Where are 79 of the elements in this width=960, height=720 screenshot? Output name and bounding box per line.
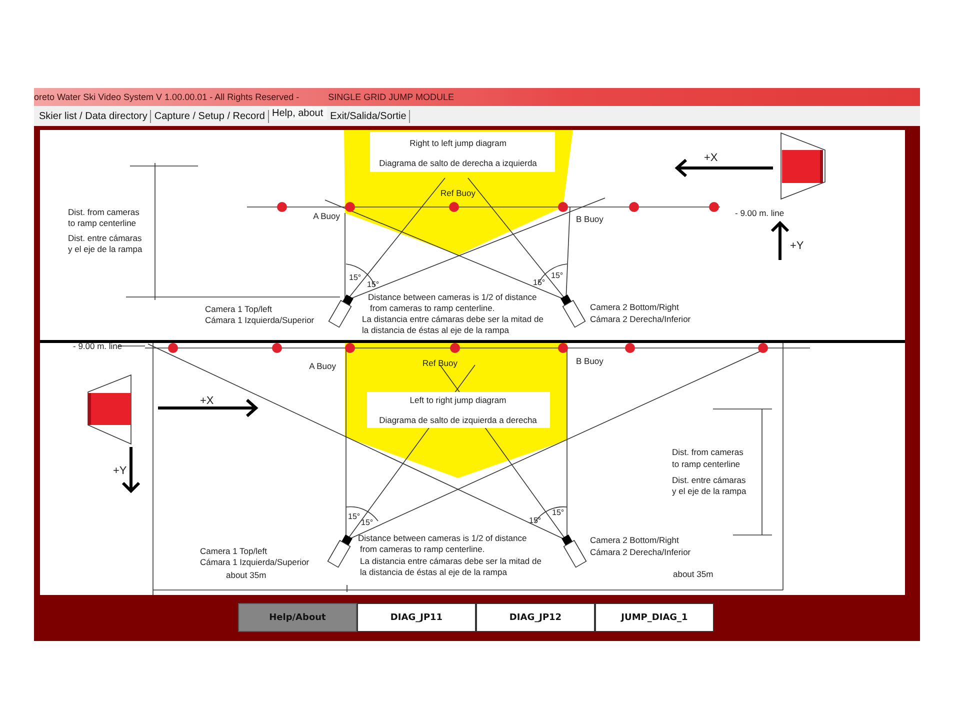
distance-label: to ramp centerline [68, 218, 136, 228]
diagram-title: Right to left jump diagram [410, 138, 506, 148]
note-text: la distancia de éstas al eje de la rampa [362, 325, 509, 335]
axis-label: +Y [790, 240, 804, 252]
buoy-marker [272, 343, 282, 353]
diagram-button[interactable]: DIAG_JP12 [476, 603, 595, 632]
note-text: from cameras to ramp centerline. [360, 544, 485, 554]
camera-icon [562, 534, 587, 568]
camera-icon [327, 534, 352, 568]
note-text: Distance between cameras is 1/2 of distance [358, 533, 527, 543]
span-label: about 35m [226, 570, 266, 580]
camera-label: Cámara 2 Derecha/Inferior [590, 314, 691, 324]
diagram-subtitle: Diagrama de salto de derecha a izquierda [379, 158, 537, 168]
buoy-marker [345, 343, 355, 353]
axis-label: +X [200, 395, 214, 407]
tab[interactable]: Skier list / Data directory [36, 110, 152, 122]
camera-label: Cámara 1 Izquierda/Superior [205, 315, 314, 325]
angle-label: 15° [552, 508, 564, 517]
axis-label: +X [704, 152, 718, 164]
angle-label: 15° [361, 518, 374, 527]
distance-label: Dist. entre cámaras [672, 475, 746, 485]
distance-label: Dist. from cameras [68, 207, 140, 217]
angle-label: 15° [349, 273, 362, 282]
buoy-marker [758, 343, 768, 353]
buoy-marker [449, 202, 459, 212]
buoy-marker [558, 343, 568, 353]
module-title: SINGLE GRID JUMP MODULE [328, 92, 454, 102]
distance-label: to ramp centerline [672, 459, 740, 469]
buoy-label: B Buoy [576, 356, 604, 366]
camera-label: Cámara 2 Derecha/Inferior [590, 547, 691, 557]
window-title: oreto Water Ski Video System V 1.00.00.01 - All Rights Reserved - [34, 92, 300, 102]
camera-label: Cámara 1 Izquierda/Superior [200, 557, 310, 567]
angle-label: 15° [529, 516, 542, 525]
buoy-label: B Buoy [576, 214, 604, 224]
angle-label: 15° [367, 280, 380, 289]
diagram-button[interactable]: DIAG_JP11 [357, 603, 476, 632]
note-text: Distance between cameras is 1/2 of distance [368, 292, 537, 302]
note-text: La distancia entre cámaras debe ser la mitad de [362, 314, 544, 324]
buoy-marker [625, 343, 635, 353]
angle-label: 15° [533, 278, 546, 287]
note-text: La distancia entre cámaras debe ser la mitad de [360, 556, 542, 566]
camera-label: Camera 1 Top/left [200, 546, 267, 556]
buoy-label: Ref Buoy [422, 358, 458, 368]
tab[interactable]: Exit/Salida/Sortie [327, 110, 410, 122]
buoy-marker [345, 202, 355, 212]
angle-label: 15° [551, 271, 564, 280]
tab[interactable]: Help, about [269, 107, 328, 120]
camera-label: Camera 1 Top/left [205, 304, 272, 314]
buoy-label: A Buoy [309, 361, 336, 371]
buoy-marker [277, 202, 287, 212]
distance-label: y el eje de la rampa [68, 244, 142, 254]
diagram-button[interactable]: Help/About [238, 603, 357, 632]
camera-icon [560, 294, 586, 328]
buoy-label: Ref Buoy [440, 188, 476, 198]
diagram-title: Left to right jump diagram [410, 395, 506, 405]
distance-label: Dist. entre cámaras [68, 233, 142, 243]
buoy-marker [450, 343, 460, 353]
line-label: - 9.00 m. line [735, 208, 784, 218]
y-axis-arrow [770, 220, 790, 262]
buoy-marker [709, 202, 719, 212]
camera-label: Camera 2 Bottom/Right [590, 535, 679, 545]
buoy-label: A Buoy [313, 211, 340, 221]
angle-arc [346, 506, 378, 522]
buoy-marker [558, 202, 568, 212]
line-label: - 9.00 m. line [73, 343, 122, 351]
span-label: about 35m [673, 569, 714, 579]
note-text: la distancia de éstas al eje de la rampa [360, 567, 507, 577]
axis-label: +Y [113, 465, 127, 477]
diagram-subtitle: Diagrama de salto de izquierda a derecha [379, 415, 537, 425]
device-drawing [88, 374, 132, 445]
buoy-marker [168, 343, 178, 353]
buoy-marker [629, 202, 639, 212]
camera-label: Camera 2 Bottom/Right [590, 302, 679, 312]
distance-label: y el eje de la rampa [672, 486, 746, 496]
camera-icon [328, 294, 354, 328]
note-text: from cameras to ramp centerline. [370, 303, 495, 313]
angle-label: 15° [348, 512, 360, 521]
distance-label: Dist. from cameras [672, 447, 744, 457]
diagram-button[interactable]: JUMP_DIAG_1 [595, 603, 714, 632]
